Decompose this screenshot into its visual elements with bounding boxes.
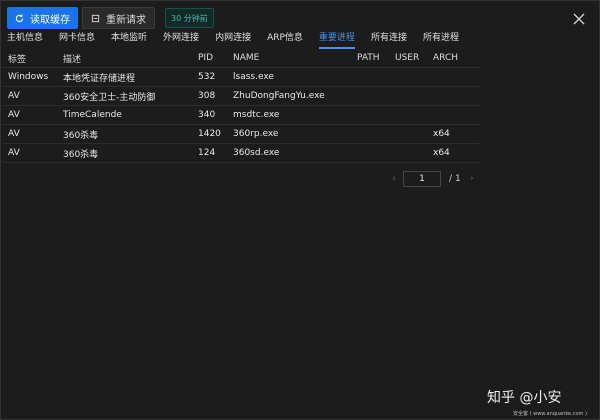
cell-pid: 124 [198, 148, 216, 158]
cell-pid: 1420 [198, 129, 221, 139]
read-cache-label: 读取缓存 [30, 14, 70, 26]
cell-label: Windows [8, 72, 49, 82]
cell-label: AV [8, 129, 20, 139]
process-panel: 读取缓存 重新请求 30 分钟前 主机信息 网卡信息 本地监听 外网连接 内网连… [0, 0, 600, 420]
total-pages: 1 [455, 174, 461, 184]
cell-name: 360rp.exe [233, 129, 279, 139]
header-user[interactable]: USER [395, 53, 433, 63]
cell-arch: x64 [433, 129, 450, 139]
header-path[interactable]: PATH [357, 53, 395, 63]
header-pid[interactable]: PID [198, 53, 233, 63]
table-row[interactable]: AV TimeCalende 340 msdtc.exe [3, 106, 479, 125]
re-request-button[interactable]: 重新请求 [82, 7, 155, 29]
tab-external-connections[interactable]: 外网连接 [163, 29, 199, 49]
page-number-input[interactable] [403, 171, 441, 187]
cell-name: lsass.exe [233, 72, 274, 82]
tab-arp-info[interactable]: ARP信息 [267, 29, 303, 49]
header-description[interactable]: 描述 [63, 52, 198, 65]
tab-all-connections[interactable]: 所有连接 [371, 29, 407, 49]
table-header: 标签 描述 PID NAME PATH USER ARCH [3, 49, 479, 68]
header-label[interactable]: 标签 [3, 52, 63, 65]
header-name[interactable]: NAME [233, 53, 357, 63]
table-row[interactable]: Windows 本地凭证存储进程 532 lsass.exe [3, 68, 479, 87]
toolbar: 读取缓存 重新请求 30 分钟前 [7, 7, 214, 29]
table-row[interactable]: AV 360杀毒 1420 360rp.exe x64 [3, 125, 479, 144]
cell-name: 360sd.exe [233, 148, 280, 158]
read-cache-button[interactable]: 读取缓存 [7, 7, 78, 29]
tab-bar: 主机信息 网卡信息 本地监听 外网连接 内网连接 ARP信息 重要进程 所有连接… [1, 29, 600, 49]
tab-host-info[interactable]: 主机信息 [7, 29, 43, 49]
pagination: ‹ / 1 › [389, 171, 477, 187]
table-row[interactable]: AV 360杀毒 124 360sd.exe x64 [3, 144, 479, 163]
page-separator: / [449, 174, 453, 184]
clear-icon [91, 14, 100, 22]
tab-internal-connections[interactable]: 内网连接 [215, 29, 251, 49]
cell-description: 360安全卫士-主动防御 [63, 92, 156, 103]
cell-label: AV [8, 148, 20, 158]
cell-description: TimeCalende [63, 110, 122, 120]
tab-local-listen[interactable]: 本地监听 [111, 29, 147, 49]
cell-arch: x64 [433, 148, 450, 158]
cell-pid: 340 [198, 110, 216, 120]
watermark: 知乎 @小安 [487, 390, 562, 406]
refresh-icon [15, 14, 24, 22]
source-credit: 安全客 ( www.anquanke.com ) [513, 411, 587, 417]
close-icon[interactable] [573, 13, 585, 25]
process-table: 标签 描述 PID NAME PATH USER ARCH Windows 本地… [3, 49, 479, 163]
cell-label: AV [8, 110, 20, 120]
cell-pid: 308 [198, 91, 216, 101]
re-request-label: 重新请求 [106, 14, 146, 26]
cell-name: msdtc.exe [233, 110, 280, 120]
time-badge: 30 分钟前 [165, 8, 214, 28]
next-page-button[interactable]: › [467, 174, 477, 184]
cell-description: 360杀毒 [63, 149, 99, 160]
header-arch[interactable]: ARCH [433, 53, 479, 63]
tab-nic-info[interactable]: 网卡信息 [59, 29, 95, 49]
cell-name: ZhuDongFangYu.exe [233, 91, 325, 101]
cell-description: 本地凭证存储进程 [63, 73, 136, 84]
cell-label: AV [8, 91, 20, 101]
cell-pid: 532 [198, 72, 216, 82]
tab-important-processes[interactable]: 重要进程 [318, 29, 355, 49]
cell-description: 360杀毒 [63, 130, 99, 141]
table-row[interactable]: AV 360安全卫士-主动防御 308 ZhuDongFangYu.exe [3, 87, 479, 106]
tab-all-processes[interactable]: 所有进程 [423, 29, 459, 49]
prev-page-button[interactable]: ‹ [389, 174, 399, 184]
